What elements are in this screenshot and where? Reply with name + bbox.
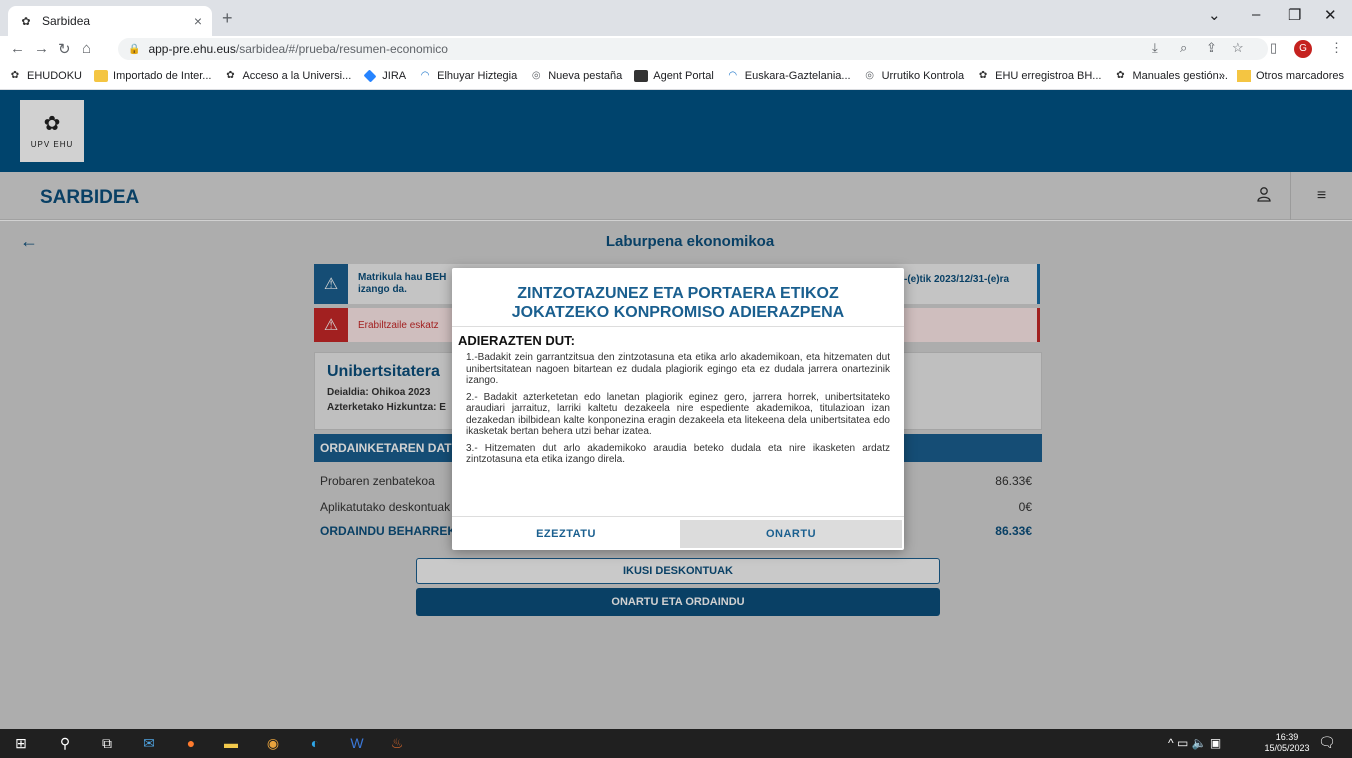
elhuyar-icon: ◠: [420, 69, 430, 81]
bookmark-label: Urrutiko Kontrola: [881, 69, 965, 82]
dialog-paragraph-1: 1.-Badakit zein garrantzitsua den zintzo…: [466, 352, 890, 386]
bookmark-star-icon[interactable]: ☆: [1232, 40, 1244, 56]
new-tab-button[interactable]: +: [222, 8, 233, 29]
bookmark-item[interactable]: ◠ Elhuyar Hiztegia: [418, 70, 517, 82]
dialog-paragraph-3: 3.- Hitzematen dut arlo akademikoko arau…: [466, 442, 890, 466]
dialog-paragraph-2: 2.- Badakit azterketetan edo lanetan pla…: [466, 391, 890, 438]
dialog-title: ZINTZOTAZUNEZ ETA PORTAERA ETIKOZ JOKATZ…: [452, 268, 904, 327]
bookmark-item[interactable]: ◎ Urrutiko Kontrola: [863, 69, 965, 82]
jira-icon: [363, 69, 377, 82]
agent-icon: [634, 69, 649, 82]
reload-icon[interactable]: ↻: [58, 40, 71, 58]
clock-date: 15/05/2023: [1264, 743, 1310, 753]
bookmark-item[interactable]: ✿ Acceso a la Universi...: [223, 70, 351, 82]
word-icon[interactable]: W: [348, 734, 366, 752]
upv-icon: ✿: [978, 69, 988, 81]
windows-taskbar: ⊞ ⚲ ⧉ ✉ ● ▬ ◉ ◐ W ♨ ^ ▭ 🔈 ▣ 16:39 15/05/…: [0, 729, 1352, 758]
firefox-icon[interactable]: ●: [182, 734, 200, 752]
search-icon[interactable]: ⚲: [56, 734, 74, 752]
notifications-icon[interactable]: 🗨: [1318, 734, 1336, 751]
install-icon[interactable]: ⤓: [1152, 40, 1158, 56]
java-icon[interactable]: ♨: [388, 734, 406, 752]
upv-icon: ✿: [226, 69, 235, 81]
zoom-icon[interactable]: ⌕: [1180, 40, 1187, 56]
folder-icon: [1236, 70, 1251, 82]
bookmark-label: JIRA: [382, 69, 407, 82]
bookmark-label: EHUDOKU: [27, 69, 83, 82]
bookmark-label: Manuales gestión...: [1132, 69, 1228, 82]
url-host: app-pre.ehu.eus: [148, 42, 236, 56]
outlook-icon[interactable]: ✉: [140, 734, 158, 752]
share-icon[interactable]: ⇪: [1206, 40, 1217, 56]
bookmarks-bar: ✿ EHUDOKU Importado de Inter... ✿ Acceso a l…: [0, 62, 1352, 90]
bookmark-label: Acceso a la Universi...: [242, 69, 352, 82]
taskbar-clock[interactable]: 16:39 15/05/2023: [1262, 732, 1312, 754]
bookmark-item[interactable]: ✿ Manuales gestión...: [1113, 69, 1228, 82]
elhuyar-icon: ◠: [728, 69, 738, 81]
chrome-icon[interactable]: ◉: [264, 734, 282, 752]
dialog-footer: EZEZTATU ONARTU: [452, 516, 904, 550]
bookmark-item[interactable]: ◠ Euskara-Gaztelania...: [726, 69, 851, 82]
globe-icon: ◎: [531, 69, 541, 81]
more-bookmarks-icon[interactable]: »: [1219, 70, 1225, 82]
profile-avatar[interactable]: G: [1294, 40, 1312, 58]
browser-tabbar: ✿ Sarbidea × + ⌄ – ❐ ✕: [0, 0, 1352, 36]
back-icon[interactable]: ←: [10, 40, 25, 57]
cancel-button[interactable]: EZEZTATU: [452, 520, 680, 548]
restore-icon[interactable]: ❐: [1288, 6, 1301, 24]
tab-title: Sarbidea: [42, 14, 91, 28]
bookmarks-right: » Otros marcadores: [1219, 62, 1344, 90]
integrity-commitment-dialog: ZINTZOTAZUNEZ ETA PORTAERA ETIKOZ JOKATZ…: [452, 268, 904, 550]
upv-icon: ✿: [10, 69, 20, 81]
url-path: /sarbidea/#/prueba/resumen-economico: [235, 42, 448, 56]
accept-button[interactable]: ONARTU: [680, 520, 902, 548]
bookmark-label: Agent Portal: [653, 69, 714, 82]
upv-favicon-icon: ✿: [21, 15, 31, 28]
kebab-menu-icon[interactable]: ⋮: [1330, 40, 1343, 56]
tab-search-icon[interactable]: ⌄: [1208, 6, 1221, 24]
bookmark-label: Importado de Inter...: [113, 69, 212, 82]
sidepanel-icon[interactable]: ▯: [1270, 40, 1277, 56]
clock-time: 16:39: [1275, 732, 1299, 742]
task-view-icon[interactable]: ⧉: [98, 734, 116, 752]
forward-icon[interactable]: →: [34, 40, 49, 57]
bookmark-label: Euskara-Gaztelania...: [744, 69, 851, 82]
close-window-icon[interactable]: ✕: [1324, 6, 1337, 24]
bookmark-label: Elhuyar Hiztegia: [437, 69, 518, 82]
lock-icon[interactable]: 🔒: [128, 44, 140, 55]
bookmark-label: Nueva pestaña: [548, 69, 623, 82]
file-explorer-icon[interactable]: ▬: [222, 734, 240, 752]
other-bookmarks[interactable]: Otros marcadores: [1256, 70, 1344, 82]
globe-icon: ◎: [865, 69, 874, 81]
system-tray-icons[interactable]: ^ ▭ 🔈 ▣: [1168, 736, 1221, 750]
bookmark-item[interactable]: Agent Portal: [634, 69, 714, 82]
url-input[interactable]: 🔒 app-pre.ehu.eus/sarbidea/#/prueba/resu…: [118, 38, 1268, 60]
windows-start-icon[interactable]: ⊞: [12, 734, 30, 752]
tab-close-icon[interactable]: ×: [194, 13, 202, 29]
home-icon[interactable]: ⌂: [82, 40, 91, 57]
minimize-icon[interactable]: –: [1252, 6, 1260, 23]
dialog-heading: ADIERAZTEN DUT:: [458, 333, 575, 348]
bookmark-item[interactable]: JIRA: [363, 69, 407, 82]
bookmark-label: EHU erregistroa BH...: [995, 69, 1102, 82]
bookmark-item[interactable]: ✿ EHU erregistroa BH...: [976, 69, 1102, 82]
browser-tab[interactable]: ✿ Sarbidea ×: [8, 6, 212, 36]
bookmark-item[interactable]: ◎ Nueva pestaña: [529, 70, 622, 82]
folder-icon: [94, 69, 109, 82]
upv-icon: ✿: [1116, 69, 1125, 81]
bookmark-item[interactable]: ✿ EHUDOKU: [8, 70, 82, 82]
bookmark-item[interactable]: Importado de Inter...: [94, 69, 212, 82]
edge-icon[interactable]: ◐: [306, 734, 324, 752]
address-bar-row: ← → ↻ ⌂ 🔒 app-pre.ehu.eus/sarbidea/#/pru…: [0, 36, 1352, 62]
